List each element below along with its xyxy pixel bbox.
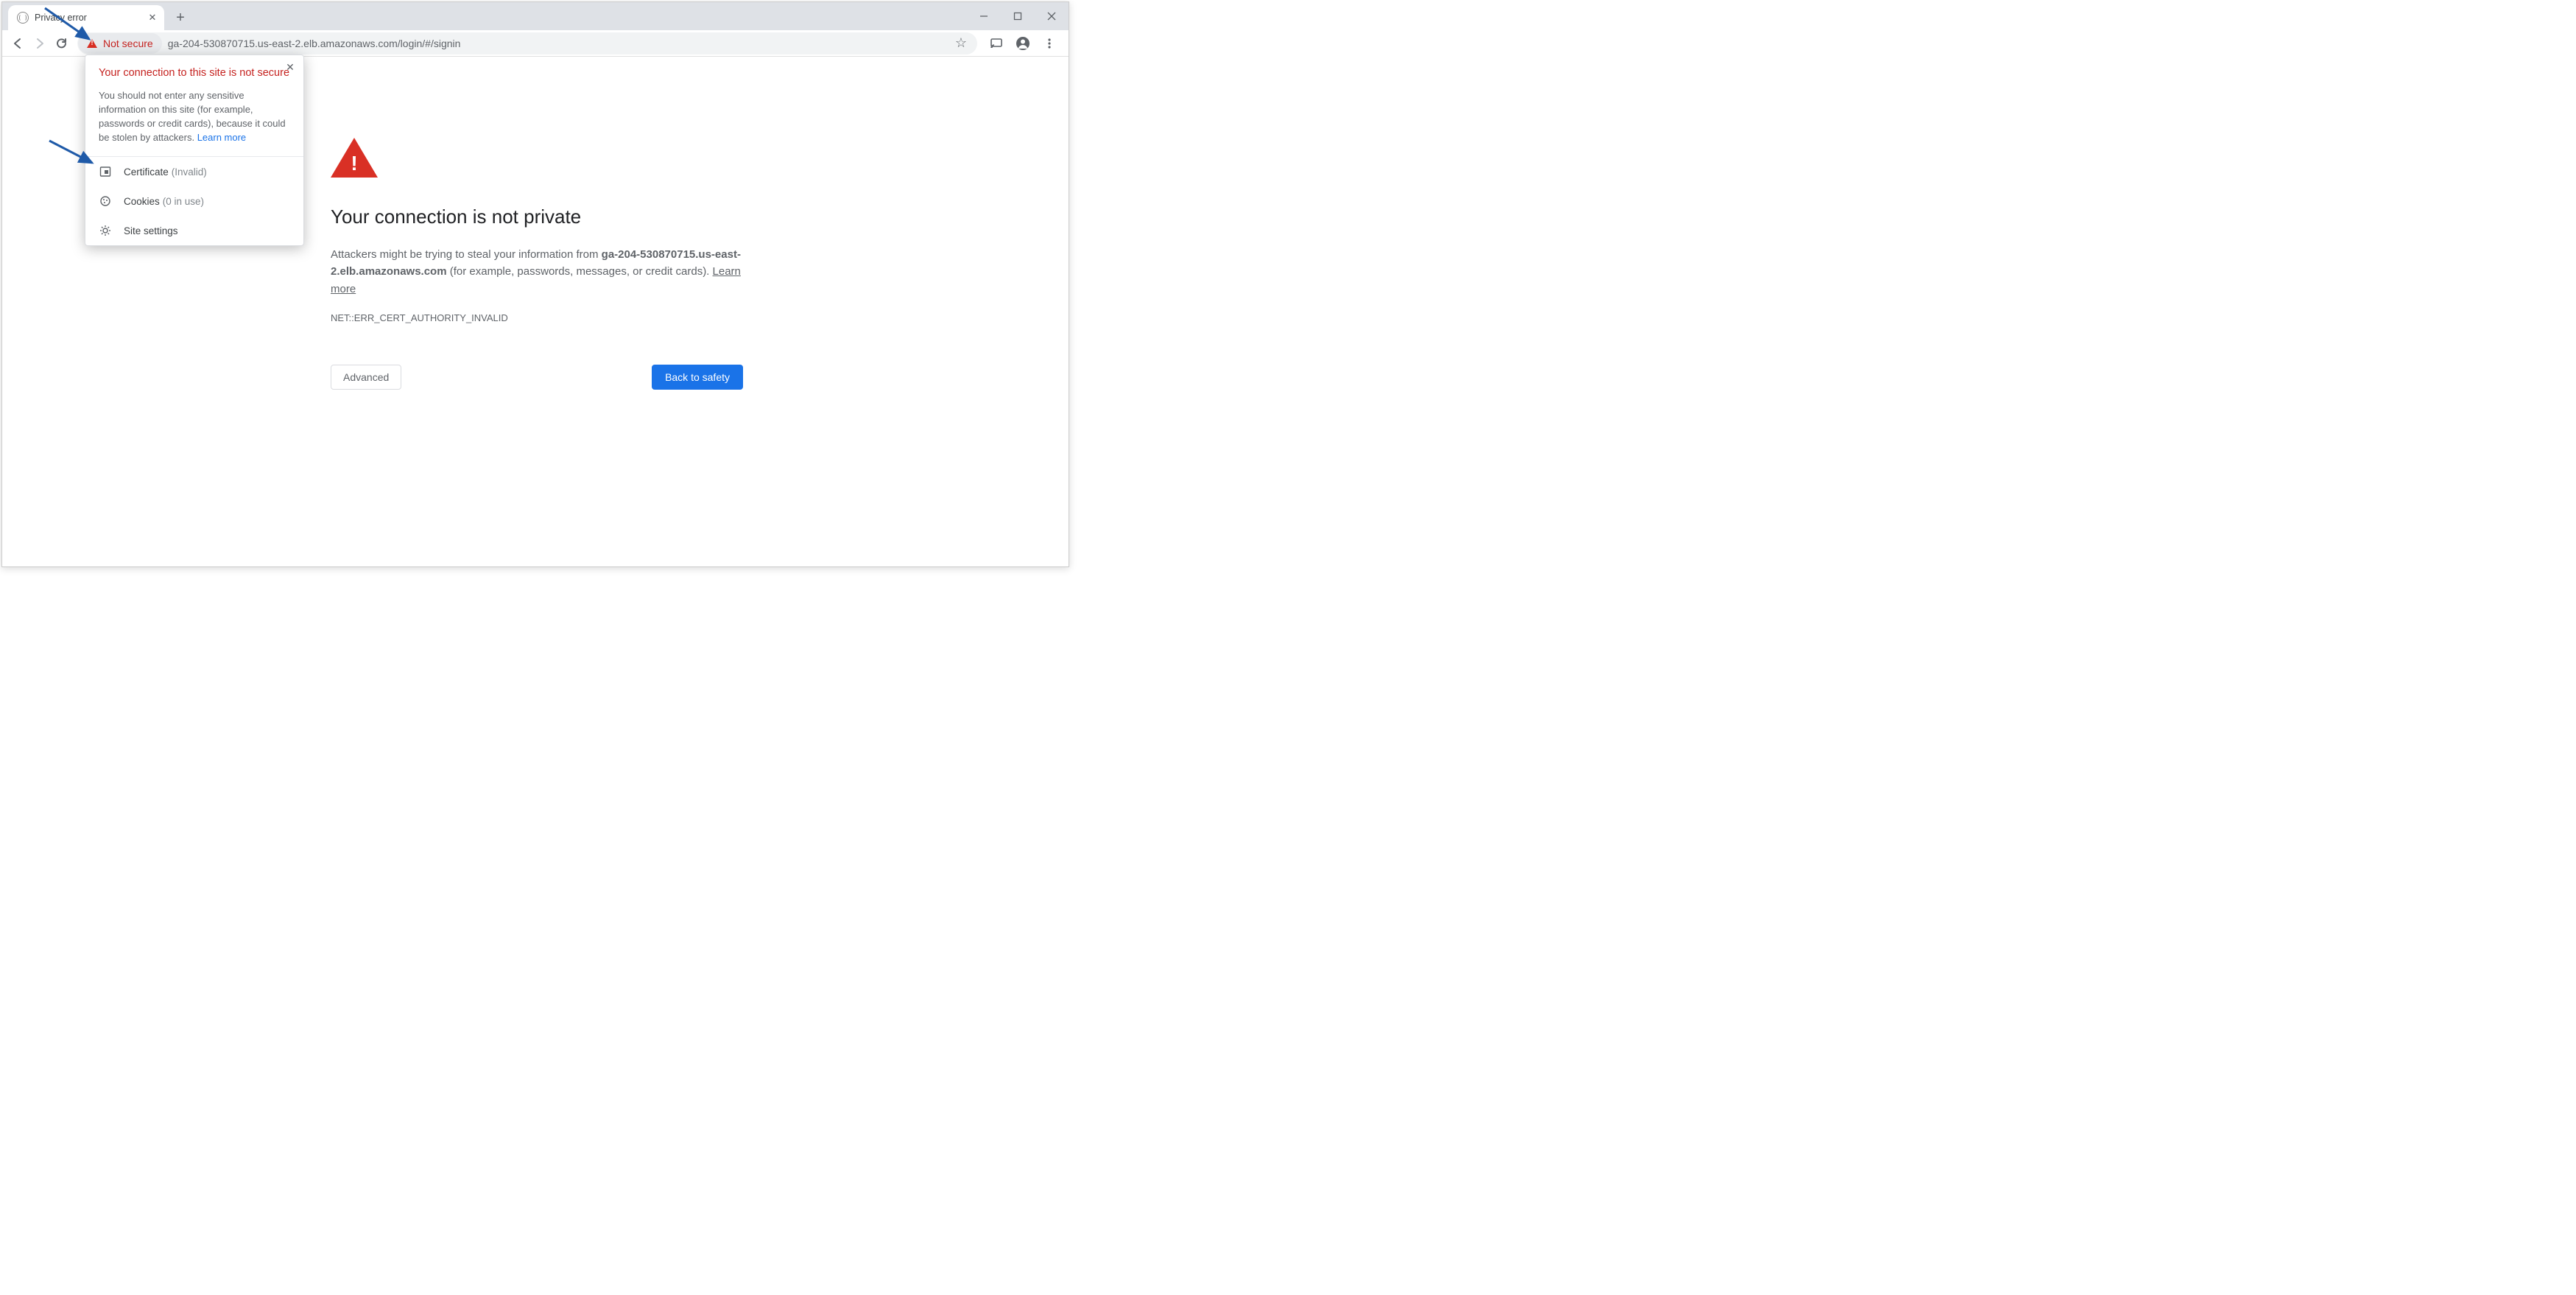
annotation-arrow-2 — [45, 135, 104, 172]
annotation-arrow-1 — [41, 4, 99, 46]
tab-strip: Privacy error ✕ + — [2, 2, 1069, 30]
url-path: /login/#/signin — [398, 38, 461, 49]
page-content: ✕ Your connection to this site is not se… — [2, 57, 1069, 566]
globe-icon — [17, 12, 29, 24]
bookmark-star-icon[interactable]: ☆ — [952, 35, 970, 51]
back-button[interactable] — [7, 32, 29, 55]
minimize-button[interactable] — [967, 4, 1001, 28]
popup-body: You should not enter any sensitive infor… — [85, 89, 303, 156]
cookie-icon — [99, 194, 112, 208]
toolbar-right — [982, 32, 1064, 55]
error-body-prefix: Attackers might be trying to steal your … — [331, 248, 602, 261]
advanced-button[interactable]: Advanced — [331, 365, 401, 390]
error-body-suffix: (for example, passwords, messages, or cr… — [447, 265, 713, 278]
gear-icon — [99, 224, 112, 237]
error-body: Attackers might be trying to steal your … — [331, 246, 743, 298]
popup-close-button[interactable]: ✕ — [283, 60, 298, 74]
error-heading: Your connection is not private — [331, 206, 753, 228]
browser-window: Privacy error ✕ + — [1, 1, 1069, 567]
certificate-label: Certificate — [124, 166, 169, 178]
site-settings-row[interactable]: Site settings — [85, 216, 303, 245]
cookies-label: Cookies — [124, 196, 160, 207]
site-info-popup: ✕ Your connection to this site is not se… — [85, 55, 304, 246]
popup-body-text: You should not enter any sensitive infor… — [99, 90, 286, 143]
close-tab-button[interactable]: ✕ — [147, 12, 158, 24]
menu-button[interactable] — [1038, 32, 1061, 55]
warning-triangle-icon — [331, 138, 378, 178]
cast-icon[interactable] — [985, 32, 1008, 55]
error-actions: Advanced Back to safety — [331, 365, 743, 390]
new-tab-button[interactable]: + — [170, 7, 191, 28]
cookies-row[interactable]: Cookies (0 in use) — [85, 186, 303, 216]
toolbar: Not secure ga-204-530870715.us-east-2.el… — [2, 30, 1069, 57]
error-code: NET::ERR_CERT_AUTHORITY_INVALID — [331, 312, 753, 323]
address-bar[interactable]: Not secure ga-204-530870715.us-east-2.el… — [77, 32, 977, 55]
popup-title: Your connection to this site is not secu… — [85, 55, 303, 89]
close-window-button[interactable] — [1035, 4, 1069, 28]
cookies-status: (0 in use) — [163, 196, 204, 207]
certificate-status: (Invalid) — [172, 166, 207, 178]
certificate-row[interactable]: Certificate (Invalid) — [85, 157, 303, 186]
url-text: ga-204-530870715.us-east-2.elb.amazonaws… — [168, 38, 952, 49]
window-controls — [967, 2, 1069, 30]
site-settings-label: Site settings — [124, 225, 178, 236]
popup-learn-more-link[interactable]: Learn more — [197, 132, 246, 143]
maximize-button[interactable] — [1001, 4, 1035, 28]
url-host: ga-204-530870715.us-east-2.elb.amazonaws… — [168, 38, 398, 49]
profile-icon[interactable] — [1011, 32, 1035, 55]
back-to-safety-button[interactable]: Back to safety — [652, 365, 743, 390]
security-label: Not secure — [103, 38, 153, 49]
